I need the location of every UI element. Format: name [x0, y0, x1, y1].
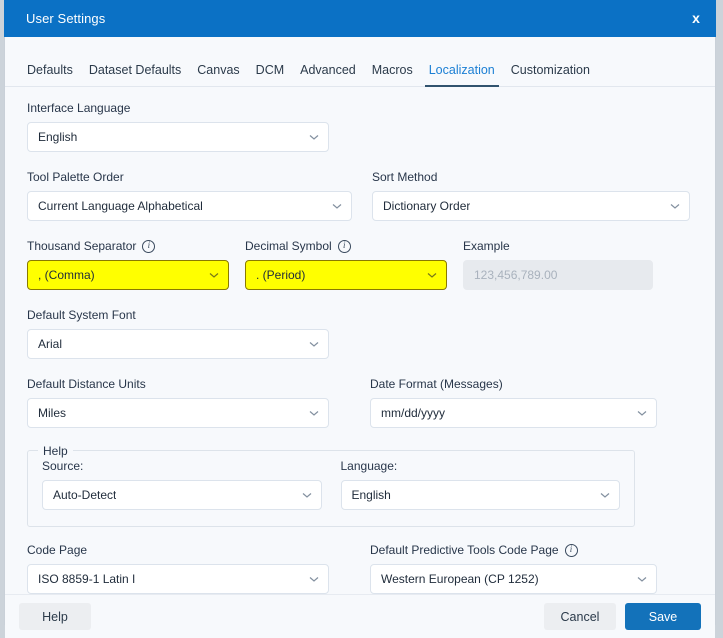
tab-advanced[interactable]: Advanced [292, 63, 364, 87]
decimal-symbol-label-text: Decimal Symbol [245, 239, 332, 253]
chevron-down-icon [308, 573, 320, 585]
units-date-row: Default Distance Units Miles Date Format… [27, 377, 693, 428]
predictive-code-page-field: Default Predictive Tools Code Page i Wes… [370, 543, 657, 594]
help-button[interactable]: Help [19, 603, 91, 630]
chevron-down-icon [636, 407, 648, 419]
help-language-field: Language: English [340, 459, 620, 510]
chevron-down-icon [308, 407, 320, 419]
chevron-down-icon [301, 489, 313, 501]
decimal-symbol-field: Decimal Symbol i . (Period) [245, 239, 447, 290]
help-language-select[interactable]: English [340, 480, 620, 510]
predictive-code-page-label-text: Default Predictive Tools Code Page [370, 543, 559, 557]
default-distance-units-value: Miles [38, 406, 67, 420]
example-field: Example 123,456,789.00 [463, 239, 653, 290]
palette-sort-row: Tool Palette Order Current Language Alph… [27, 170, 693, 221]
help-source-field: Source: Auto-Detect [42, 459, 322, 510]
close-icon[interactable]: x [676, 0, 716, 37]
interface-language-label: Interface Language [27, 101, 131, 115]
chevron-down-icon [636, 573, 648, 585]
codepage-row: Code Page ISO 8859-1 Latin I Default Pre… [27, 543, 693, 594]
chevron-down-icon [308, 131, 320, 143]
tab-defaults[interactable]: Defaults [23, 63, 81, 87]
tool-palette-order-label: Tool Palette Order [27, 170, 124, 184]
thousand-separator-select[interactable]: , (Comma) [27, 260, 229, 290]
decimal-symbol-value: . (Period) [256, 268, 306, 282]
default-system-font-field: Default System Font Arial [27, 308, 329, 359]
date-format-select[interactable]: mm/dd/yyyy [370, 398, 657, 428]
date-format-label: Date Format (Messages) [370, 377, 503, 391]
chevron-down-icon [208, 269, 220, 281]
tool-palette-order-select[interactable]: Current Language Alphabetical [27, 191, 352, 221]
help-group: Help Source: Auto-Detect Language: Engli… [27, 444, 635, 527]
decimal-symbol-label: Decimal Symbol i [245, 239, 447, 253]
code-page-field: Code Page ISO 8859-1 Latin I [27, 543, 329, 594]
example-value-readonly: 123,456,789.00 [463, 260, 653, 290]
predictive-code-page-value: Western European (CP 1252) [381, 572, 539, 586]
chevron-down-icon [669, 200, 681, 212]
cancel-button[interactable]: Cancel [544, 603, 616, 630]
predictive-code-page-select[interactable]: Western European (CP 1252) [370, 564, 657, 594]
predictive-code-page-label: Default Predictive Tools Code Page i [370, 543, 657, 557]
default-distance-units-select[interactable]: Miles [27, 398, 329, 428]
thousand-separator-label: Thousand Separator i [27, 239, 229, 253]
tab-macros[interactable]: Macros [364, 63, 421, 87]
help-language-value: English [351, 488, 391, 502]
tool-palette-order-field: Tool Palette Order Current Language Alph… [27, 170, 352, 221]
sort-method-label: Sort Method [372, 170, 438, 184]
sort-method-select[interactable]: Dictionary Order [372, 191, 690, 221]
info-icon[interactable]: i [564, 543, 578, 557]
window-title: User Settings [26, 10, 106, 26]
date-format-field: Date Format (Messages) mm/dd/yyyy [370, 377, 657, 428]
default-distance-units-field: Default Distance Units Miles [27, 377, 329, 428]
save-button[interactable]: Save [625, 603, 701, 630]
tab-customization[interactable]: Customization [503, 63, 598, 87]
localization-panel: Interface Language English Tool Palette … [5, 87, 715, 594]
example-label: Example [463, 239, 510, 253]
tab-dataset-defaults[interactable]: Dataset Defaults [81, 63, 189, 87]
chevron-down-icon [599, 489, 611, 501]
chevron-down-icon [426, 269, 438, 281]
help-group-row: Source: Auto-Detect Language: English [42, 459, 620, 510]
sort-method-value: Dictionary Order [383, 199, 471, 213]
code-page-select[interactable]: ISO 8859-1 Latin I [27, 564, 329, 594]
code-page-value: ISO 8859-1 Latin I [38, 572, 136, 586]
dialog-footer: Help Cancel Save [5, 594, 715, 638]
default-system-font-value: Arial [38, 337, 63, 351]
help-source-label: Source: [42, 459, 84, 473]
thousand-separator-label-text: Thousand Separator [27, 239, 137, 253]
info-icon[interactable]: i [337, 239, 351, 253]
decimal-symbol-select[interactable]: . (Period) [245, 260, 447, 290]
date-format-value: mm/dd/yyyy [381, 406, 446, 420]
tab-dcm[interactable]: DCM [248, 63, 292, 87]
help-language-label: Language: [340, 459, 398, 473]
help-group-title: Help [38, 444, 73, 458]
default-system-font-select[interactable]: Arial [27, 329, 329, 359]
thousand-separator-value: , (Comma) [38, 268, 95, 282]
help-source-value: Auto-Detect [53, 488, 117, 502]
tab-canvas[interactable]: Canvas [189, 63, 247, 87]
chevron-down-icon [308, 338, 320, 350]
info-icon[interactable]: i [142, 239, 156, 253]
interface-language-select[interactable]: English [27, 122, 329, 152]
tab-strip: Defaults Dataset Defaults Canvas DCM Adv… [5, 51, 715, 87]
default-distance-units-label: Default Distance Units [27, 377, 146, 391]
thousand-separator-field: Thousand Separator i , (Comma) [27, 239, 229, 290]
sort-method-field: Sort Method Dictionary Order [372, 170, 690, 221]
interface-language-field: Interface Language English [27, 101, 329, 152]
user-settings-dialog: User Settings x Defaults Dataset Default… [4, 0, 716, 638]
help-source-select[interactable]: Auto-Detect [42, 480, 322, 510]
default-system-font-label: Default System Font [27, 308, 136, 322]
tool-palette-order-value: Current Language Alphabetical [38, 199, 203, 213]
code-page-label: Code Page [27, 543, 88, 557]
chevron-down-icon [331, 200, 343, 212]
separator-row: Thousand Separator i , (Comma) Decimal S… [27, 239, 693, 290]
example-value: 123,456,789.00 [474, 268, 558, 282]
tab-localization[interactable]: Localization [421, 63, 503, 87]
interface-language-value: English [38, 130, 78, 144]
title-bar: User Settings x [4, 0, 716, 37]
